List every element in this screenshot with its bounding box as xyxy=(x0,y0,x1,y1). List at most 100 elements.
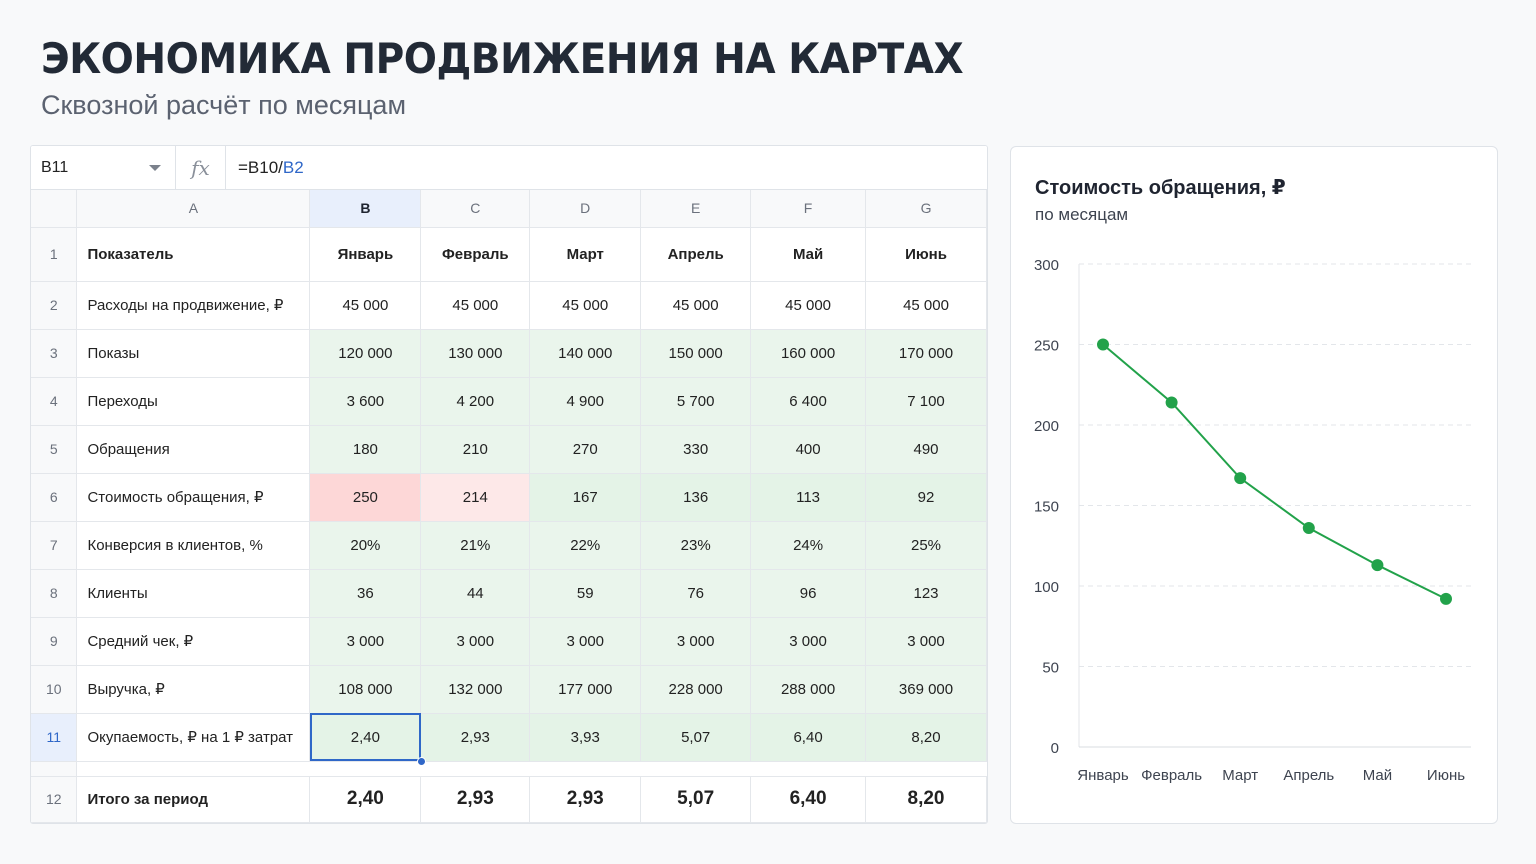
cell-b1[interactable]: Январь xyxy=(309,227,422,282)
cell-g2[interactable]: 45 000 xyxy=(865,281,987,330)
row-header-4[interactable]: 4 xyxy=(31,377,78,426)
cell-b2[interactable]: 45 000 xyxy=(309,281,422,330)
fill-handle[interactable] xyxy=(416,757,426,766)
cell-a8[interactable]: Клиенты xyxy=(76,569,311,618)
cell-c4[interactable]: 4 200 xyxy=(420,377,531,426)
cell-d9[interactable]: 3 000 xyxy=(529,617,642,666)
cell-f12[interactable]: 6,40 xyxy=(750,776,867,823)
cell-e10[interactable]: 228 000 xyxy=(640,665,752,714)
cell-a9[interactable]: Средний чек, ₽ xyxy=(76,617,311,666)
cell-e12[interactable]: 5,07 xyxy=(640,776,752,823)
column-header-f[interactable]: F xyxy=(750,190,867,228)
cell-g1[interactable]: Июнь xyxy=(865,227,987,282)
cell-e2[interactable]: 45 000 xyxy=(640,281,752,330)
column-header-a[interactable]: A xyxy=(76,190,311,228)
cell-c10[interactable]: 132 000 xyxy=(420,665,531,714)
cell-b8[interactable]: 36 xyxy=(309,569,422,618)
cell-f9[interactable]: 3 000 xyxy=(750,617,867,666)
formula-input[interactable]: =B10/B2 xyxy=(238,146,304,189)
cell-f4[interactable]: 6 400 xyxy=(750,377,867,426)
cell-c8[interactable]: 44 xyxy=(420,569,531,618)
cell-f7[interactable]: 24% xyxy=(750,521,867,570)
cell-f2[interactable]: 45 000 xyxy=(750,281,867,330)
cell-d10[interactable]: 177 000 xyxy=(529,665,642,714)
cell-e7[interactable]: 23% xyxy=(640,521,752,570)
name-box[interactable]: B11 xyxy=(31,146,176,189)
cell-a6[interactable]: Стоимость обращения, ₽ xyxy=(76,473,311,522)
cell-e4[interactable]: 5 700 xyxy=(640,377,752,426)
cell-c5[interactable]: 210 xyxy=(420,425,531,474)
cell-a10[interactable]: Выручка, ₽ xyxy=(76,665,311,714)
cell-f8[interactable]: 96 xyxy=(750,569,867,618)
cell-a7[interactable]: Конверсия в клиентов, % xyxy=(76,521,311,570)
cell-c11[interactable]: 2,93 xyxy=(420,713,531,762)
cell-a5[interactable]: Обращения xyxy=(76,425,311,474)
cell-d7[interactable]: 22% xyxy=(529,521,642,570)
chevron-down-icon[interactable] xyxy=(149,165,161,171)
cell-g12[interactable]: 8,20 xyxy=(865,776,987,823)
cell-a2[interactable]: Расходы на продвижение, ₽ xyxy=(76,281,311,330)
cell-d8[interactable]: 59 xyxy=(529,569,642,618)
cell-b7[interactable]: 20% xyxy=(309,521,422,570)
row-header-9[interactable]: 9 xyxy=(31,617,78,666)
cell-a3[interactable]: Показы xyxy=(76,329,311,378)
cell-b4[interactable]: 3 600 xyxy=(309,377,422,426)
cell-e6[interactable]: 136 xyxy=(640,473,752,522)
cell-b11[interactable]: 2,40 xyxy=(309,713,422,762)
row-header-7[interactable]: 7 xyxy=(31,521,78,570)
cell-c9[interactable]: 3 000 xyxy=(420,617,531,666)
row-header-8[interactable]: 8 xyxy=(31,569,78,618)
column-header-c[interactable]: C xyxy=(420,190,531,228)
cell-e11[interactable]: 5,07 xyxy=(640,713,752,762)
cell-f10[interactable]: 288 000 xyxy=(750,665,867,714)
cell-e3[interactable]: 150 000 xyxy=(640,329,752,378)
cell-c7[interactable]: 21% xyxy=(420,521,531,570)
cell-b3[interactable]: 120 000 xyxy=(309,329,422,378)
column-header-e[interactable]: E xyxy=(640,190,752,228)
cell-a11[interactable]: Окупаемость, ₽ на 1 ₽ затрат xyxy=(76,713,311,762)
cell-c3[interactable]: 130 000 xyxy=(420,329,531,378)
cell-e1[interactable]: Апрель xyxy=(640,227,752,282)
cell-c2[interactable]: 45 000 xyxy=(420,281,531,330)
cell-f1[interactable]: Май xyxy=(750,227,867,282)
cell-g6[interactable]: 92 xyxy=(865,473,987,522)
cell-d1[interactable]: Март xyxy=(529,227,642,282)
cell-b9[interactable]: 3 000 xyxy=(309,617,422,666)
cell-b12[interactable]: 2,40 xyxy=(309,776,422,823)
row-header-12[interactable]: 12 xyxy=(31,776,78,823)
cell-a12[interactable]: Итого за период xyxy=(76,776,311,823)
cell-f6[interactable]: 113 xyxy=(750,473,867,522)
cell-c12[interactable]: 2,93 xyxy=(420,776,531,823)
cell-b10[interactable]: 108 000 xyxy=(309,665,422,714)
cell-f5[interactable]: 400 xyxy=(750,425,867,474)
column-header-d[interactable]: D xyxy=(529,190,642,228)
row-header-2[interactable]: 2 xyxy=(31,281,78,330)
cell-d4[interactable]: 4 900 xyxy=(529,377,642,426)
cell-f11[interactable]: 6,40 xyxy=(750,713,867,762)
cell-d2[interactable]: 45 000 xyxy=(529,281,642,330)
cell-g3[interactable]: 170 000 xyxy=(865,329,987,378)
cell-g11[interactable]: 8,20 xyxy=(865,713,987,762)
cell-g10[interactable]: 369 000 xyxy=(865,665,987,714)
cell-a4[interactable]: Переходы xyxy=(76,377,311,426)
cell-b5[interactable]: 180 xyxy=(309,425,422,474)
cell-f3[interactable]: 160 000 xyxy=(750,329,867,378)
row-header-6[interactable]: 6 xyxy=(31,473,78,522)
cell-g8[interactable]: 123 xyxy=(865,569,987,618)
cell-d3[interactable]: 140 000 xyxy=(529,329,642,378)
cell-d11[interactable]: 3,93 xyxy=(529,713,642,762)
row-header-11[interactable]: 11 xyxy=(31,713,78,762)
cell-a1[interactable]: Показатель xyxy=(76,227,311,282)
column-header-b[interactable]: B xyxy=(309,190,422,228)
row-header-1[interactable]: 1 xyxy=(31,227,78,282)
row-header-3[interactable]: 3 xyxy=(31,329,78,378)
column-header-g[interactable]: G xyxy=(865,190,987,228)
function-icon[interactable]: fx xyxy=(176,146,226,189)
cell-b6[interactable]: 250 xyxy=(309,473,422,522)
select-all-corner[interactable] xyxy=(31,190,78,228)
row-header-10[interactable]: 10 xyxy=(31,665,78,714)
cell-e8[interactable]: 76 xyxy=(640,569,752,618)
cell-c6[interactable]: 214 xyxy=(420,473,531,522)
cell-g4[interactable]: 7 100 xyxy=(865,377,987,426)
cell-d5[interactable]: 270 xyxy=(529,425,642,474)
